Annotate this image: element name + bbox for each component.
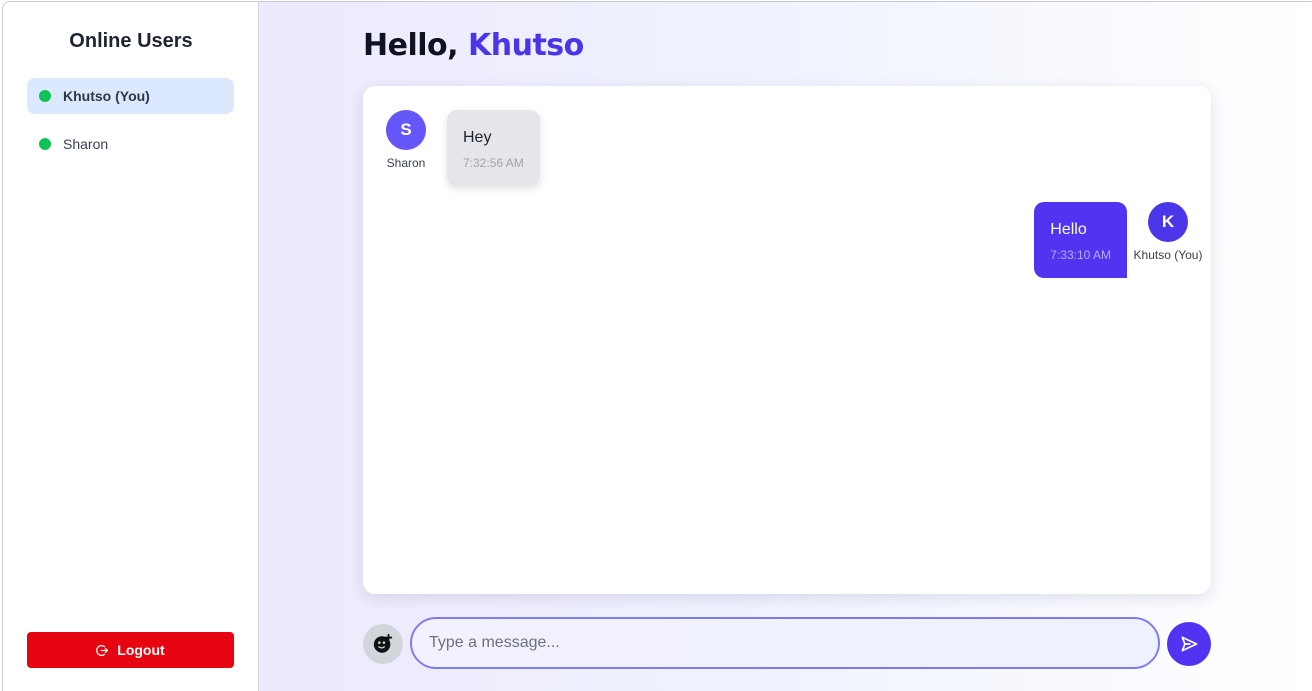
logout-icon	[96, 644, 109, 656]
sender-avatar-group: S Sharon	[371, 110, 441, 170]
sidebar: Online Users Khutso (You) Sharon Logout	[3, 2, 259, 691]
send-icon	[1181, 636, 1198, 652]
logout-button[interactable]: Logout	[27, 632, 234, 668]
message-time: 7:33:10 AM	[1050, 248, 1111, 262]
message-text: Hey	[463, 129, 492, 146]
user-item-khutso[interactable]: Khutso (You)	[27, 78, 234, 114]
online-status-icon	[39, 138, 51, 150]
user-item-sharon[interactable]: Sharon	[27, 126, 234, 162]
emoji-icon	[373, 633, 393, 653]
message-outgoing: Hello 7:33:10 AM K Khutso (You)	[1034, 202, 1203, 278]
emoji-button[interactable]	[363, 624, 403, 664]
message-input[interactable]	[410, 617, 1160, 669]
sender-name: Khutso (You)	[1133, 248, 1203, 262]
sender-avatar-group: K Khutso (You)	[1133, 202, 1203, 262]
greeting-text: Hello,	[363, 28, 459, 63]
message-bubble: Hey 7:32:56 AM	[447, 110, 540, 186]
avatar: K	[1148, 202, 1188, 242]
chat-main: Hello, Khutso S Sharon Hey 7:32:56 AM He…	[259, 2, 1312, 691]
online-user-list: Khutso (You) Sharon	[27, 78, 234, 174]
message-time: 7:32:56 AM	[463, 156, 524, 170]
user-name: Khutso (You)	[63, 88, 150, 104]
message-bubble: Hello 7:33:10 AM	[1034, 202, 1127, 278]
sidebar-title: Online Users	[69, 30, 193, 52]
logout-label: Logout	[117, 642, 165, 658]
avatar: S	[386, 110, 426, 150]
greeting-username: Khutso	[467, 28, 584, 63]
user-name: Sharon	[63, 136, 109, 152]
sender-name: Sharon	[386, 156, 426, 170]
page-title: Hello, Khutso	[363, 28, 584, 63]
message-panel[interactable]: S Sharon Hey 7:32:56 AM Hello 7:33:10 AM…	[363, 86, 1211, 594]
app-window: Online Users Khutso (You) Sharon Logout …	[2, 1, 1312, 691]
online-status-icon	[39, 90, 51, 102]
message-text: Hello	[1050, 221, 1087, 238]
message-incoming: S Sharon Hey 7:32:56 AM	[371, 110, 540, 186]
send-button[interactable]	[1167, 622, 1211, 666]
